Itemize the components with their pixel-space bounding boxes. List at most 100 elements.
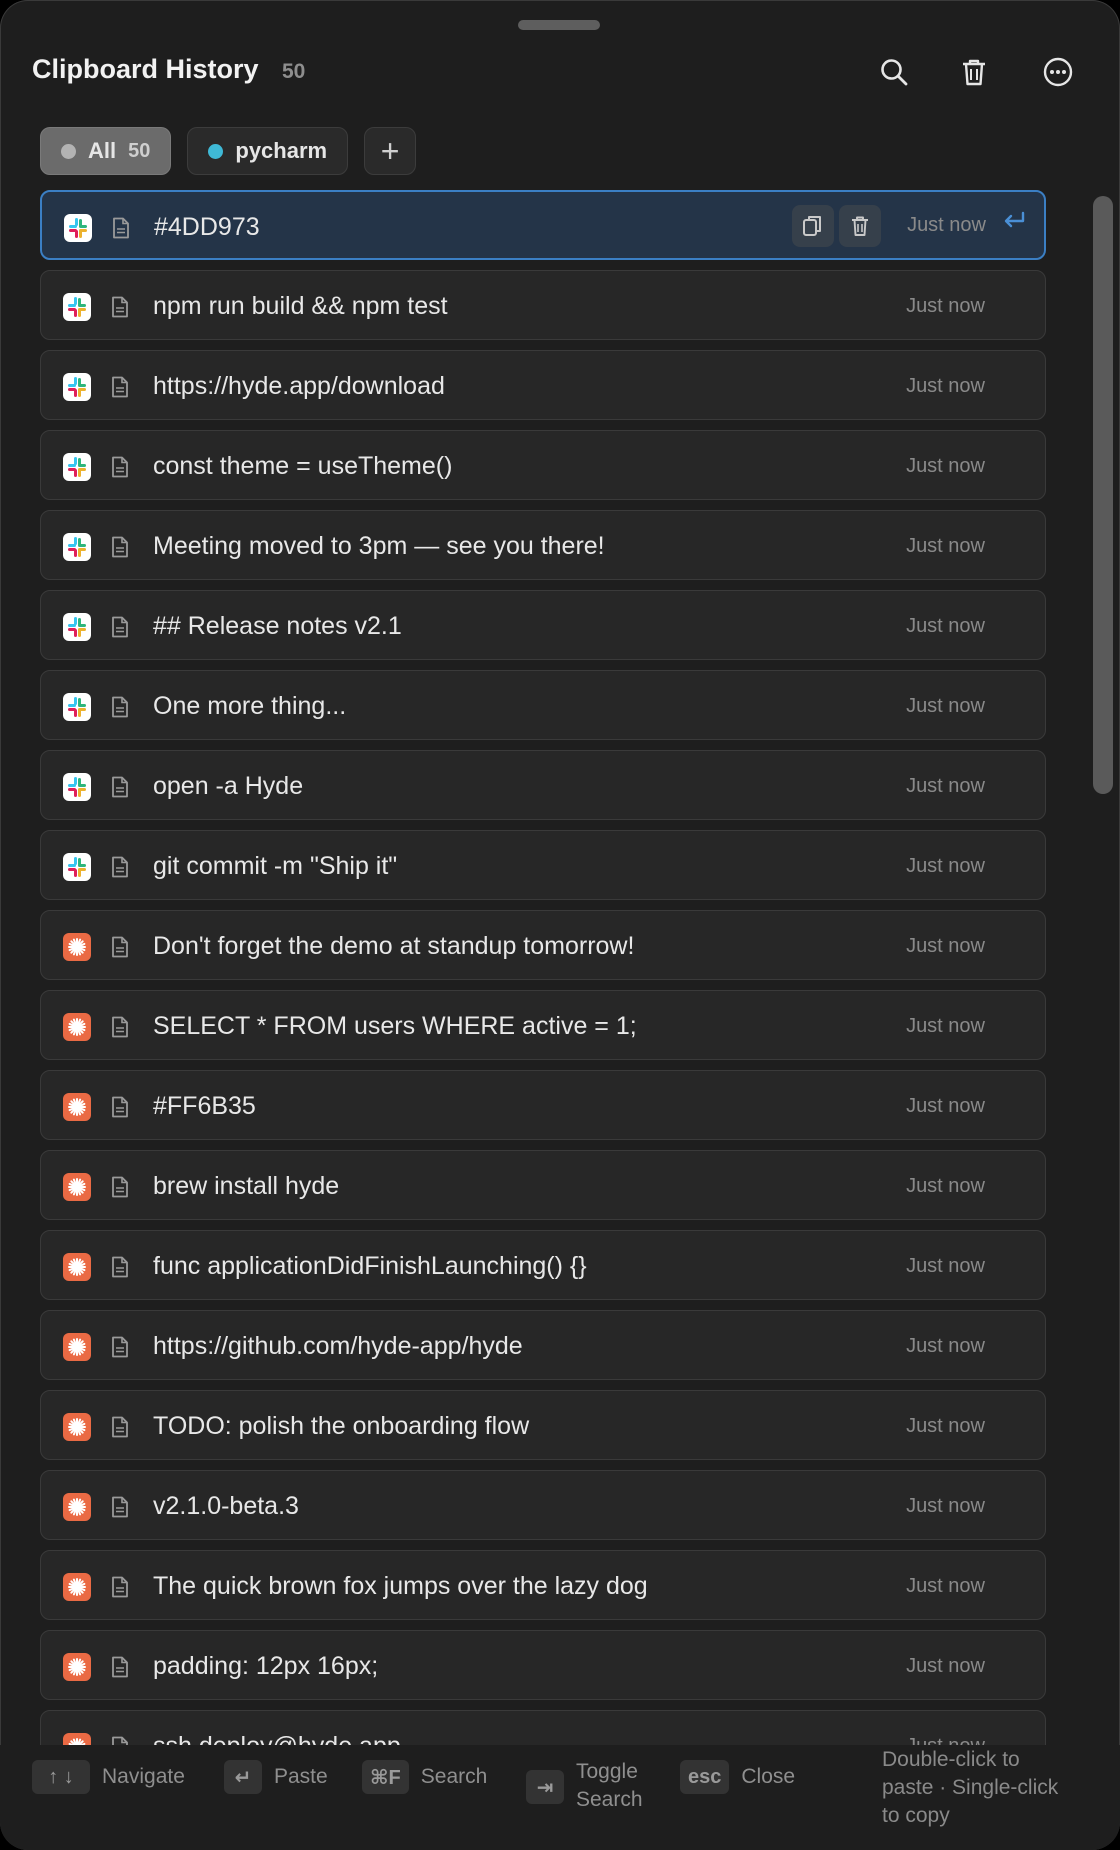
clip-text: git commit -m "Ship it" [153, 852, 398, 880]
clear-all-button[interactable] [954, 52, 994, 92]
clip-text: const theme = useTheme() [153, 452, 453, 480]
timestamp: Just now [906, 1095, 985, 1117]
claude-app-icon [63, 1733, 91, 1745]
document-icon [111, 296, 129, 323]
document-icon [111, 1576, 129, 1603]
tab-all[interactable]: All 50 [40, 127, 172, 175]
document-icon [111, 776, 129, 803]
timestamp: Just now [906, 1655, 985, 1677]
clip-text: Don't forget the demo at standup tomorro… [153, 932, 635, 960]
clipboard-item[interactable]: open -a Hyde Just now [40, 750, 1046, 820]
delete-button[interactable] [839, 205, 881, 247]
clipboard-item[interactable]: const theme = useTheme() Just now [40, 430, 1046, 500]
clipboard-item[interactable]: ## Release notes v2.1 Just now [40, 590, 1046, 660]
clipboard-item[interactable]: Don't forget the demo at standup tomorro… [40, 910, 1046, 980]
copy-button[interactable] [792, 205, 834, 247]
search-icon [881, 59, 908, 86]
timestamp: Just now [906, 1255, 985, 1277]
timestamp: Just now [906, 375, 985, 397]
claude-app-icon [63, 1173, 91, 1201]
hint-label: Search [420, 1765, 488, 1788]
slack-app-icon [63, 693, 91, 721]
clipboard-item[interactable]: brew install hyde Just now [40, 1150, 1046, 1220]
document-icon [111, 1336, 129, 1363]
clipboard-item[interactable]: https://github.com/hyde-app/hyde Just now [40, 1310, 1046, 1380]
trash-icon [963, 59, 985, 86]
clipboard-list[interactable]: #4DD973 Just now npm run build && npm test… [40, 190, 1046, 1745]
document-icon [111, 536, 129, 563]
clip-text: npm run build && npm test [153, 292, 448, 320]
timestamp: Just now [907, 214, 986, 236]
clip-text: #4DD973 [154, 213, 260, 241]
timestamp: Just now [906, 855, 985, 877]
document-icon [111, 1416, 129, 1443]
clipboard-item[interactable]: https://hyde.app/download Just now [40, 350, 1046, 420]
timestamp: Just now [906, 615, 985, 637]
document-icon [111, 1016, 129, 1043]
slack-app-icon [63, 453, 91, 481]
claude-app-icon [63, 1653, 91, 1681]
hint-navigate: ↑ ↓ Navigate [32, 1760, 185, 1794]
hint-label: Paste [274, 1765, 328, 1788]
claude-app-icon [63, 1573, 91, 1601]
clipboard-item[interactable]: TODO: polish the onboarding flow Just now [40, 1390, 1046, 1460]
search-button[interactable] [874, 52, 914, 92]
clip-text: Meeting moved to 3pm — see you there! [153, 532, 605, 560]
key-arrows: ↑ ↓ [32, 1760, 90, 1794]
hint-label: Navigate [102, 1765, 185, 1788]
timestamp: Just now [906, 295, 985, 317]
timestamp: Just now [906, 1415, 985, 1437]
tab-label: All [88, 138, 117, 163]
more-button[interactable] [1038, 52, 1078, 92]
claude-app-icon [63, 1413, 91, 1441]
timestamp: Just now [906, 1335, 985, 1357]
key-esc: esc [680, 1760, 730, 1794]
add-tab-button[interactable]: + [364, 127, 417, 175]
clipboard-item[interactable]: ssh deploy@hyde.app Just now [40, 1710, 1046, 1745]
clipboard-item[interactable]: #4DD973 Just now [40, 190, 1046, 260]
document-icon [111, 616, 129, 643]
timestamp: Just now [906, 1575, 985, 1597]
item-count: 50 [282, 60, 306, 83]
slack-app-icon [63, 533, 91, 561]
clip-text: padding: 12px 16px; [153, 1652, 379, 1680]
clip-text: func applicationDidFinishLaunching() {} [153, 1252, 587, 1280]
slack-app-icon [63, 613, 91, 641]
tab-pycharm[interactable]: pycharm [187, 127, 349, 175]
panel-title: Clipboard History [32, 54, 259, 84]
clip-text: ssh deploy@hyde.app [153, 1732, 401, 1745]
clipboard-item[interactable]: #FF6B35 Just now [40, 1070, 1046, 1140]
clipboard-item[interactable]: v2.1.0-beta.3 Just now [40, 1470, 1046, 1540]
document-icon [111, 376, 129, 403]
timestamp: Just now [906, 455, 985, 477]
timestamp: Just now [906, 535, 985, 557]
timestamp: Just now [906, 775, 985, 797]
hint-label: Toggle [576, 1760, 638, 1783]
claude-app-icon [63, 1333, 91, 1361]
slack-app-icon [63, 773, 91, 801]
scrollbar-thumb[interactable] [1093, 196, 1113, 794]
document-icon [111, 1656, 129, 1683]
help-line: paste · Single-click [882, 1776, 1059, 1799]
clipboard-item[interactable]: Meeting moved to 3pm — see you there! Jus… [40, 510, 1046, 580]
claude-app-icon [63, 1493, 91, 1521]
clip-text: #FF6B35 [153, 1092, 256, 1120]
clip-text: One more thing... [153, 692, 347, 720]
clip-text: brew install hyde [153, 1172, 340, 1200]
clipboard-item[interactable]: git commit -m "Ship it" Just now [40, 830, 1046, 900]
drag-handle[interactable] [518, 20, 600, 30]
clipboard-item[interactable]: One more thing... Just now [40, 670, 1046, 740]
tab-dot [208, 143, 224, 159]
document-icon [111, 696, 129, 723]
clipboard-item[interactable]: padding: 12px 16px; Just now [40, 1630, 1046, 1700]
filter-tabs: All 50 pycharm + [40, 127, 417, 177]
clipboard-item[interactable]: SELECT * FROM users WHERE active = 1; Jus… [40, 990, 1046, 1060]
hint-close: esc Close [680, 1760, 795, 1794]
clipboard-item[interactable]: func applicationDidFinishLaunching() {} J… [40, 1230, 1046, 1300]
claude-app-icon [63, 1253, 91, 1281]
help-line: to copy [882, 1804, 950, 1827]
tab-count: 50 [128, 139, 151, 162]
clipboard-item[interactable]: npm run build && npm test Just now [40, 270, 1046, 340]
clip-text: open -a Hyde [153, 772, 304, 800]
clipboard-item[interactable]: The quick brown fox jumps over the lazy … [40, 1550, 1046, 1620]
